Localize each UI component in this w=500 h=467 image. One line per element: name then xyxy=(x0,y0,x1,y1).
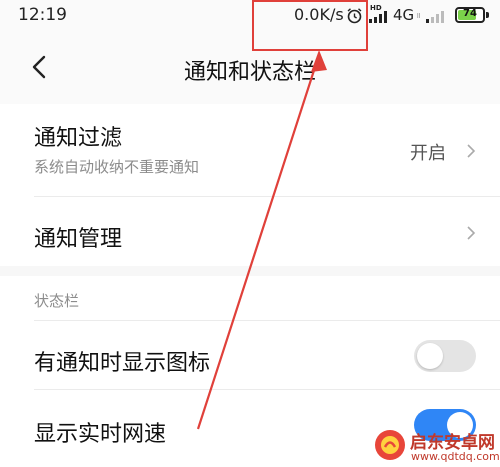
show-notification-icons-toggle[interactable] xyxy=(414,340,476,372)
chevron-right-icon xyxy=(467,144,476,158)
notifications-card: 通知过滤 系统自动收纳不重要通知 开启 通知管理 xyxy=(0,104,500,266)
battery-percent: 74 xyxy=(463,8,477,19)
battery-icon: 74 xyxy=(455,7,485,23)
secondary-signal-icon xyxy=(426,11,444,23)
show-network-speed-title: 显示实时网速 xyxy=(34,422,167,447)
show-notification-icons-title: 有通知时显示图标 xyxy=(34,351,211,376)
network-activity-label: ll xyxy=(417,13,421,20)
chevron-right-icon xyxy=(467,226,476,240)
title-bar: 通知和状态栏 xyxy=(0,32,500,104)
watermark-logo-icon xyxy=(375,430,405,460)
network-type-label: 4G xyxy=(393,6,415,24)
notification-manage-title: 通知管理 xyxy=(34,227,123,252)
notification-filter-value: 开启 xyxy=(410,143,446,164)
page-title: 通知和状态栏 xyxy=(183,60,316,85)
section-label: 状态栏 xyxy=(34,292,80,310)
notification-manage-row[interactable]: 通知管理 xyxy=(0,197,500,266)
notification-filter-subtitle: 系统自动收纳不重要通知 xyxy=(34,158,200,176)
watermark: 启东安卓网 www.qdtdq.com xyxy=(373,426,500,467)
notification-filter-title: 通知过滤 xyxy=(34,126,123,151)
status-bar: 12:19 0.0K/s HD 4G ll 74 xyxy=(0,0,500,32)
notification-filter-row[interactable]: 通知过滤 系统自动收纳不重要通知 开启 xyxy=(0,104,500,196)
annotation-highlight-box xyxy=(252,0,368,51)
watermark-url: www.qdtdq.com xyxy=(411,450,500,463)
toggle-knob xyxy=(417,343,443,369)
battery-tip xyxy=(486,12,489,18)
signal-strength-icon xyxy=(369,11,387,23)
status-time: 12:19 xyxy=(18,5,67,25)
